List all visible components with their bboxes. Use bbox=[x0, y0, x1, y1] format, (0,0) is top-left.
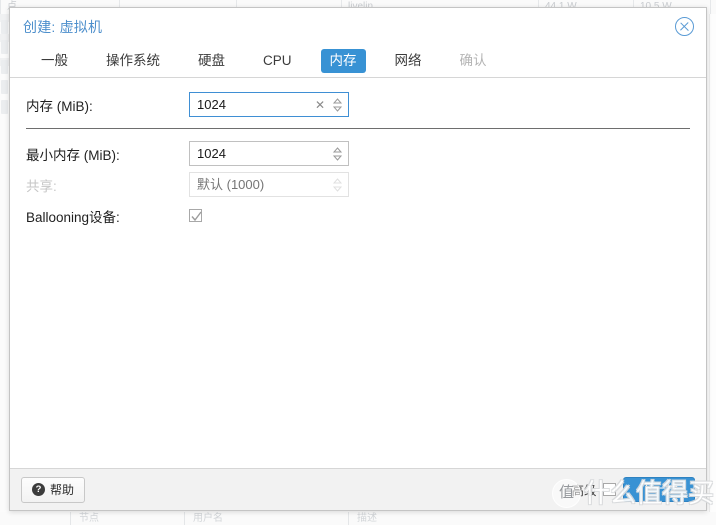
spinner-updown-icon bbox=[328, 173, 348, 196]
memory-label: 内存 (MiB): bbox=[26, 98, 93, 114]
question-circle-icon: ? bbox=[32, 483, 45, 496]
background-sidebar-stub bbox=[1, 60, 8, 74]
background-sidebar-stub bbox=[1, 80, 8, 94]
memory-row: 内存 (MiB): ✕ bbox=[10, 89, 706, 120]
background-cell: 0 EW at 40 bbox=[710, 0, 716, 14]
close-circle-icon[interactable] bbox=[675, 17, 694, 36]
spinner-updown-icon[interactable] bbox=[328, 142, 348, 165]
ballooning-checkbox[interactable] bbox=[189, 209, 202, 222]
shares-field bbox=[189, 172, 349, 197]
memory-form: 内存 (MiB): ✕ 最小内存 (MiB): bbox=[10, 78, 706, 468]
background-cell: 用户名 bbox=[184, 512, 348, 525]
spinner-updown-icon[interactable] bbox=[328, 93, 348, 116]
min-memory-input[interactable] bbox=[190, 145, 328, 162]
footer-actions: 高级 下一步 bbox=[571, 477, 695, 502]
help-button[interactable]: ? 帮助 bbox=[21, 476, 86, 503]
checkmark-icon bbox=[191, 211, 202, 222]
tab-network[interactable]: 网络 bbox=[386, 49, 431, 73]
background-right-edge bbox=[709, 14, 716, 512]
dialog-footer: ? 帮助 高级 下一步 bbox=[10, 468, 706, 510]
advanced-checkbox[interactable] bbox=[603, 483, 617, 496]
wizard-tab-bar: 一般 操作系统 硬盘 CPU 内存 网络 确认 bbox=[10, 45, 706, 78]
background-table-bottom-row: 节点 用户名 描述 bbox=[0, 512, 716, 525]
background-left-sidebar bbox=[0, 14, 9, 512]
background-sidebar-stub bbox=[1, 40, 8, 54]
memory-field[interactable]: ✕ bbox=[189, 92, 349, 117]
background-cell: 节点 bbox=[70, 512, 184, 525]
shares-input bbox=[190, 176, 328, 193]
tab-memory[interactable]: 内存 bbox=[320, 49, 366, 73]
shares-row: 共享: bbox=[10, 169, 706, 200]
clear-x-icon[interactable]: ✕ bbox=[312, 99, 328, 111]
background-cell: 描述 bbox=[348, 512, 557, 525]
dialog-title: 创建: 虚拟机 bbox=[23, 18, 103, 35]
background-sidebar-stub bbox=[1, 20, 8, 34]
help-button-label: 帮助 bbox=[50, 483, 75, 497]
memory-input[interactable] bbox=[190, 96, 312, 113]
tab-cpu[interactable]: CPU bbox=[254, 49, 301, 73]
ballooning-row: Ballooning设备: bbox=[10, 200, 706, 231]
min-memory-label: 最小内存 (MiB): bbox=[26, 147, 120, 163]
next-button[interactable]: 下一步 bbox=[623, 477, 695, 502]
min-memory-field[interactable] bbox=[189, 141, 349, 166]
create-vm-dialog: 创建: 虚拟机 一般 操作系统 硬盘 CPU 内存 网络 确认 内存 (MiB)… bbox=[9, 7, 707, 511]
min-memory-row: 最小内存 (MiB): bbox=[10, 138, 706, 169]
tab-general[interactable]: 一般 bbox=[32, 49, 77, 73]
shares-label: 共享: bbox=[26, 178, 57, 194]
dialog-titlebar: 创建: 虚拟机 bbox=[10, 8, 706, 45]
advanced-label: 高级 bbox=[571, 484, 597, 498]
tab-confirm: 确认 bbox=[459, 53, 487, 68]
background-cell bbox=[0, 512, 70, 525]
ballooning-label: Ballooning设备: bbox=[26, 209, 120, 225]
tab-os[interactable]: 操作系统 bbox=[97, 49, 169, 73]
background-sidebar-stub bbox=[1, 100, 8, 114]
form-divider bbox=[26, 128, 690, 129]
tab-disk[interactable]: 硬盘 bbox=[189, 49, 234, 73]
